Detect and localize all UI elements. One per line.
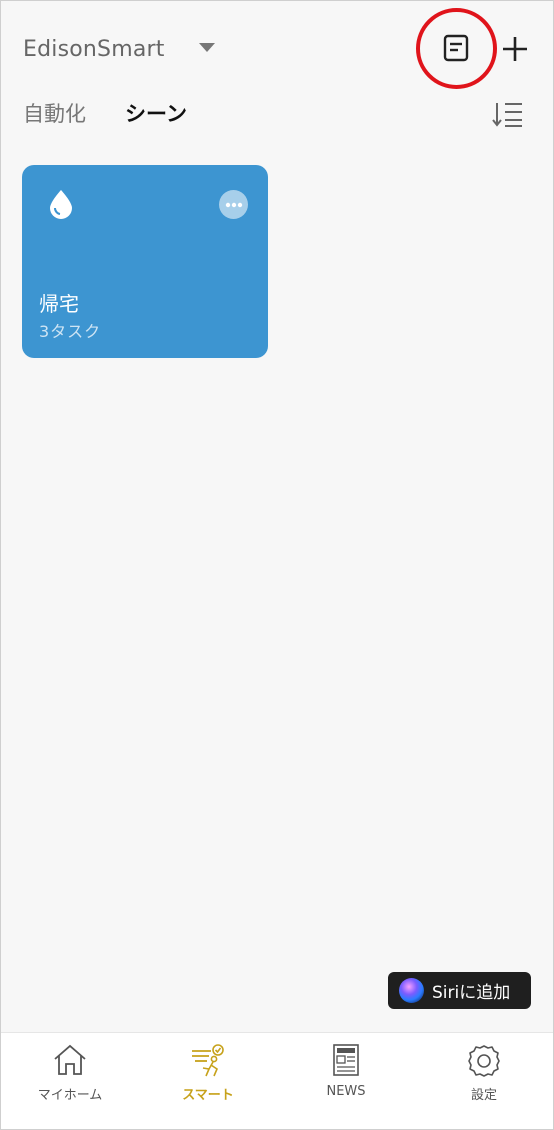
- scene-name: 帰宅: [39, 292, 79, 316]
- more-icon: [225, 202, 242, 207]
- tabbar-item-news[interactable]: NEWS: [277, 1033, 415, 1129]
- home-selector[interactable]: EdisonSmart: [23, 34, 165, 64]
- sort-icon: [492, 103, 522, 127]
- home-icon: [54, 1044, 86, 1075]
- gear-icon: [468, 1045, 500, 1077]
- highlight-circle: [416, 8, 497, 89]
- tabbar-label: スマート: [182, 1088, 234, 1103]
- sort-button[interactable]: [490, 98, 526, 130]
- tabbar-item-smart[interactable]: スマート: [139, 1033, 277, 1129]
- news-icon: [333, 1044, 359, 1076]
- scene-task-count: 3タスク: [39, 322, 102, 341]
- smart-icon: [192, 1044, 224, 1077]
- water-drop-icon: [50, 190, 72, 219]
- tabbar-label: マイホーム: [37, 1088, 103, 1103]
- tab-scene[interactable]: シーン: [125, 100, 187, 128]
- caret-down-icon[interactable]: [199, 43, 215, 52]
- tabbar-item-settings[interactable]: 設定: [415, 1033, 553, 1129]
- siri-icon: [399, 978, 424, 1003]
- add-to-siri-button[interactable]: Siriに追加: [388, 972, 531, 1009]
- siri-label: Siriに追加: [432, 983, 511, 1003]
- tabbar-label: NEWS: [326, 1084, 366, 1099]
- more-options-button[interactable]: [219, 190, 248, 219]
- tab-automation[interactable]: 自動化: [23, 100, 86, 128]
- tabbar-item-my-home[interactable]: マイホーム: [1, 1033, 139, 1129]
- tabbar-label: 設定: [470, 1088, 497, 1103]
- tab-bar: マイホーム スマート NEWS 設定: [1, 1032, 553, 1129]
- add-button[interactable]: [496, 30, 534, 68]
- home-name: EdisonSmart: [23, 36, 165, 62]
- scene-card[interactable]: 帰宅 3タスク: [22, 165, 268, 358]
- plus-icon: [503, 37, 527, 61]
